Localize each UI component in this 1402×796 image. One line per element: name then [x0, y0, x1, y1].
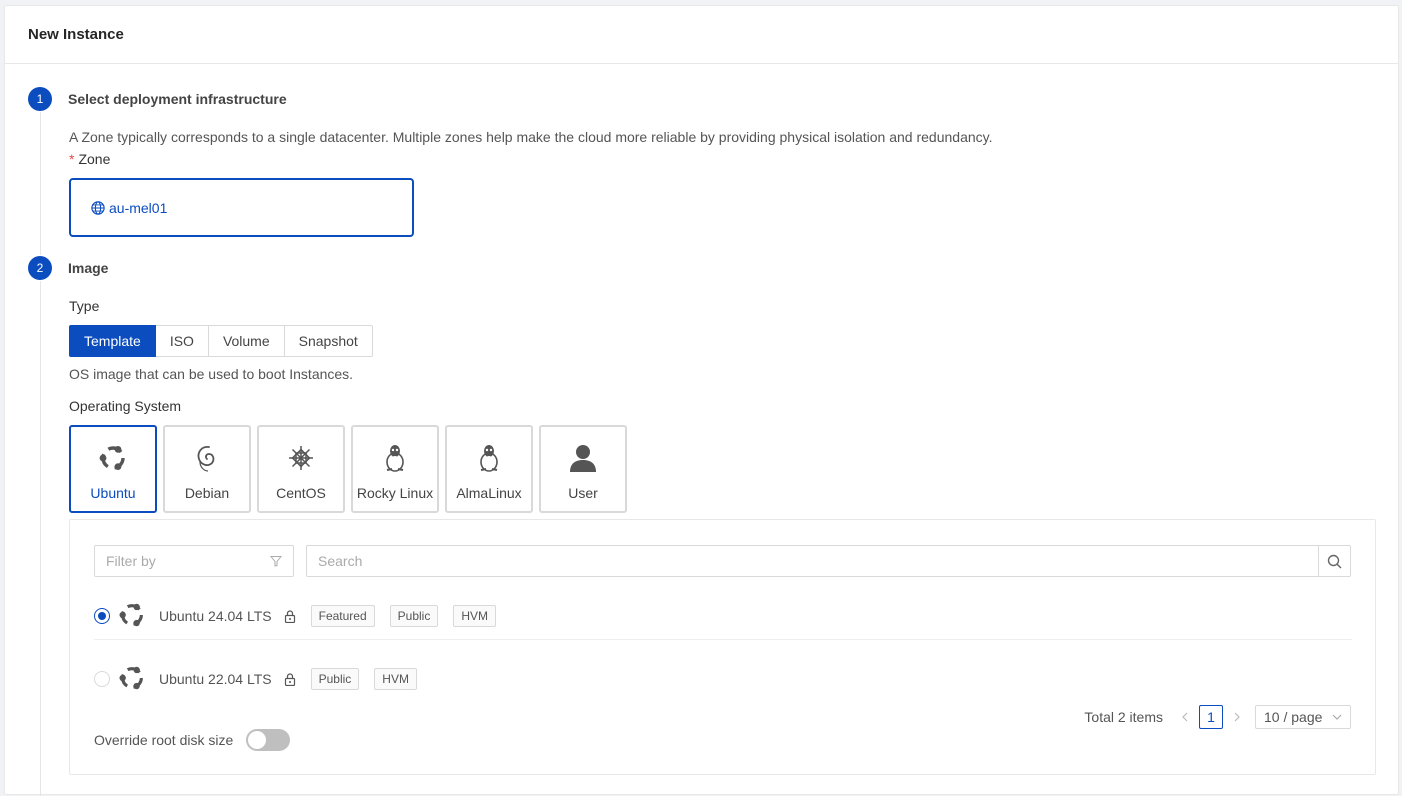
- ubuntu-icon: [118, 664, 146, 695]
- os-option-label: AlmaLinux: [456, 485, 522, 501]
- linux-tux-icon: [477, 441, 501, 475]
- globe-icon: [91, 200, 105, 215]
- linux-tux-icon: [383, 441, 407, 475]
- new-instance-card: New Instance 1 Select deployment infrast…: [4, 5, 1399, 796]
- tab-template[interactable]: Template: [69, 325, 156, 357]
- search-input[interactable]: [307, 546, 1318, 576]
- type-description: OS image that can be used to boot Instan…: [69, 366, 354, 382]
- filter-icon: [270, 556, 282, 567]
- filter-placeholder: Filter by: [106, 553, 156, 569]
- step-2-header: 2 Image: [28, 256, 108, 280]
- tag-hvm: HVM: [453, 605, 496, 627]
- os-option-label: Ubuntu: [90, 485, 136, 501]
- override-root-disk: Override root disk size: [94, 729, 291, 751]
- pagination-total: Total 2 items: [1084, 709, 1163, 725]
- tag-public: Public: [389, 605, 439, 627]
- search-box: [306, 545, 1351, 577]
- zone-value: au-mel01: [109, 199, 168, 216]
- tag-public: Public: [310, 668, 360, 690]
- os-option-debian[interactable]: Debian: [163, 425, 251, 513]
- override-toggle[interactable]: [246, 729, 291, 751]
- step-connector-line: [40, 281, 41, 796]
- tag-hvm: HVM: [374, 668, 417, 690]
- tab-iso[interactable]: ISO: [155, 325, 209, 357]
- tab-volume[interactable]: Volume: [208, 325, 285, 357]
- image-list-panel: Filter by Search Ubuntu 24.04 LTS Featur…: [69, 519, 1376, 775]
- debian-icon: [194, 441, 220, 475]
- step-title: Image: [68, 260, 109, 276]
- filter-select[interactable]: Filter by: [94, 545, 294, 577]
- os-option-centos[interactable]: CentOS: [257, 425, 345, 513]
- page-title: New Instance: [28, 26, 124, 43]
- os-option-label: Rocky Linux: [356, 485, 434, 501]
- os-option-label: CentOS: [276, 485, 326, 501]
- chevron-left-icon[interactable]: [1177, 712, 1193, 722]
- zone-option-au-mel01[interactable]: au-mel01: [69, 178, 414, 237]
- page-number[interactable]: 1: [1199, 705, 1223, 729]
- zone-label-text: Zone: [78, 151, 111, 167]
- page-size-value: 10 / page: [1264, 709, 1323, 725]
- os-selector: Ubuntu Debian CentOS Rocky Linux AlmaLin…: [69, 425, 633, 513]
- search-icon: [1327, 554, 1342, 568]
- user-icon: [569, 441, 597, 475]
- image-type-selector: Template ISO Volume Snapshot: [69, 325, 373, 357]
- search-button[interactable]: [1318, 546, 1350, 576]
- zone-description: A Zone typically corresponds to a single…: [69, 129, 993, 145]
- chevron-right-icon[interactable]: [1229, 712, 1245, 722]
- os-option-label: User: [568, 485, 598, 501]
- step-connector-line: [40, 112, 41, 255]
- lock-icon: [284, 609, 295, 623]
- step-number-badge: 1: [28, 87, 52, 111]
- centos-icon: [287, 441, 315, 475]
- card-header: New Instance: [5, 6, 1398, 64]
- os-option-rocky-linux[interactable]: Rocky Linux: [351, 425, 439, 513]
- ubuntu-icon: [118, 601, 146, 632]
- chevron-down-icon: [1332, 714, 1342, 720]
- os-option-almalinux[interactable]: AlmaLinux: [445, 425, 533, 513]
- image-name: Ubuntu 24.04 LTS: [159, 608, 272, 624]
- row-divider: [94, 639, 1352, 640]
- tab-snapshot[interactable]: Snapshot: [284, 325, 373, 357]
- pagination: Total 2 items 1 10 / page: [1084, 705, 1351, 729]
- step-title: Select deployment infrastructure: [68, 91, 287, 107]
- zone-label: * Zone: [69, 151, 110, 167]
- image-row-ubuntu-24-04[interactable]: Ubuntu 24.04 LTS Featured Public HVM: [94, 596, 1352, 636]
- os-option-user[interactable]: User: [539, 425, 627, 513]
- override-label: Override root disk size: [94, 732, 234, 748]
- os-option-ubuntu[interactable]: Ubuntu: [69, 425, 157, 513]
- image-row-ubuntu-22-04[interactable]: Ubuntu 22.04 LTS Public HVM: [94, 659, 1352, 699]
- os-option-label: Debian: [184, 485, 230, 501]
- page-size-select[interactable]: 10 / page: [1255, 705, 1351, 729]
- image-radio[interactable]: [94, 608, 110, 624]
- required-mark: *: [69, 151, 75, 167]
- ubuntu-icon: [98, 441, 128, 475]
- os-label: Operating System: [69, 398, 182, 414]
- image-name: Ubuntu 22.04 LTS: [159, 671, 272, 687]
- step-1-header: 1 Select deployment infrastructure: [28, 87, 287, 111]
- type-label: Type: [69, 298, 100, 314]
- step-number-badge: 2: [28, 256, 52, 280]
- lock-icon: [284, 672, 295, 686]
- tag-featured: Featured: [310, 605, 375, 627]
- image-radio[interactable]: [94, 671, 110, 687]
